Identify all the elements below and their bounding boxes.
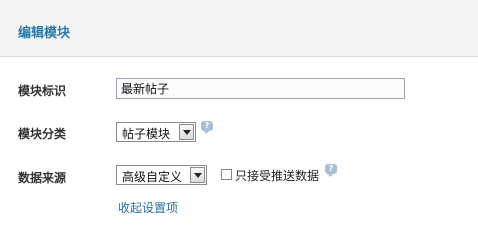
push-only-checkbox[interactable] bbox=[221, 169, 232, 180]
chevron-down-icon[interactable] bbox=[179, 124, 194, 140]
help-bubble-icon[interactable]: ? bbox=[325, 164, 337, 177]
chevron-down-icon[interactable] bbox=[190, 167, 205, 183]
module-category-select[interactable]: 帖子模块 bbox=[116, 122, 196, 142]
data-source-select[interactable]: 高级自定义 bbox=[116, 165, 207, 185]
module-category-label: 模块分类 bbox=[18, 127, 67, 141]
data-source-label: 数据来源 bbox=[18, 171, 67, 185]
collapse-settings-link[interactable]: 收起设置项 bbox=[118, 199, 178, 216]
push-only-checkbox-label[interactable]: 只接受推送数据 bbox=[235, 167, 319, 184]
page-title: 编辑模块 bbox=[18, 26, 71, 41]
editor-header: 编辑模块 bbox=[0, 0, 478, 57]
module-id-label: 模块标识 bbox=[18, 84, 67, 98]
module-category-selected: 帖子模块 bbox=[122, 127, 171, 141]
module-id-input[interactable] bbox=[116, 78, 405, 99]
help-bubble-icon[interactable]: ? bbox=[201, 121, 213, 134]
data-source-selected: 高级自定义 bbox=[122, 170, 183, 184]
